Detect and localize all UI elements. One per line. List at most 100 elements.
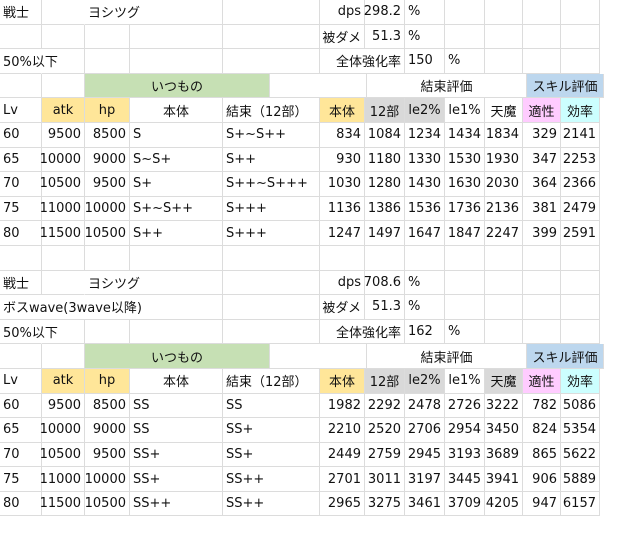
cell-tenma[interactable]: 1834	[485, 122, 523, 148]
cell[interactable]	[270, 344, 367, 369]
cell[interactable]: %	[405, 295, 445, 320]
cell[interactable]	[42, 49, 85, 74]
cell-le1[interactable]: 1847	[445, 221, 485, 246]
cell[interactable]	[0, 344, 42, 369]
cell-atk[interactable]: 10000	[40, 147, 85, 173]
cell-hp[interactable]: 10000	[85, 196, 130, 222]
cell-hp[interactable]: 9500	[85, 442, 130, 468]
cell[interactable]	[445, 245, 485, 271]
cell-bond-rank[interactable]: S+++	[223, 196, 320, 222]
cell-le2[interactable]: 1330	[405, 147, 445, 173]
cell-aptitude[interactable]: 782	[523, 393, 561, 419]
cell-bu12[interactable]: 3011	[365, 467, 405, 492]
cell[interactable]: dps	[320, 270, 365, 296]
cell-bond-rank[interactable]: S++	[223, 147, 320, 173]
cell-efficiency[interactable]: 5354	[561, 418, 600, 443]
cell-body-rank[interactable]: SS	[130, 393, 223, 419]
cell-lv[interactable]: 70	[0, 442, 42, 468]
cell[interactable]	[320, 245, 365, 271]
cell[interactable]	[85, 245, 130, 271]
cell-aptitude[interactable]: 865	[523, 442, 561, 468]
col-header-atk[interactable]: atk	[42, 368, 85, 394]
col-header-atk[interactable]: atk	[42, 98, 85, 123]
group-header-bond[interactable]: 結束評価	[367, 73, 527, 99]
cell-lv[interactable]: 75	[0, 467, 42, 492]
cell[interactable]: 戦士	[0, 0, 42, 25]
cell-body-eval[interactable]: 834	[320, 122, 365, 148]
col-header-body-eval[interactable]: 本体	[320, 368, 365, 394]
cell-le2[interactable]: 3197	[405, 467, 445, 492]
cell[interactable]	[223, 24, 320, 50]
cell-aptitude[interactable]: 364	[523, 172, 561, 197]
cell-bond-rank[interactable]: SS	[223, 393, 320, 419]
cell-lv[interactable]: 60	[0, 122, 42, 148]
cell[interactable]: ヨシツグ	[85, 270, 223, 296]
cell-bond-rank[interactable]: SS++	[223, 467, 320, 492]
cell[interactable]: 全体強化率	[320, 49, 405, 74]
cell-le2[interactable]: 1536	[405, 196, 445, 222]
cell[interactable]	[561, 0, 600, 25]
cell-tenma[interactable]: 2247	[485, 221, 523, 246]
cell[interactable]	[223, 319, 320, 345]
cell-tenma[interactable]: 4205	[485, 491, 523, 517]
cell[interactable]	[223, 49, 320, 74]
cell-le1[interactable]: 1530	[445, 147, 485, 173]
cell-atk[interactable]: 9500	[42, 393, 85, 419]
cell[interactable]	[42, 24, 85, 50]
cell-le2[interactable]: 3461	[405, 491, 445, 517]
cell-aptitude[interactable]: 381	[523, 196, 561, 222]
cell-body-rank[interactable]: S	[130, 122, 223, 148]
cell-bond-rank[interactable]: SS+	[223, 442, 320, 468]
cell-body-rank[interactable]: S+~S++	[130, 196, 223, 222]
cell-bu12[interactable]: 2759	[365, 442, 405, 468]
cell[interactable]: 51.3	[365, 24, 405, 50]
cell[interactable]	[561, 245, 600, 271]
cell-bu12[interactable]: 2292	[365, 393, 405, 419]
col-header-body[interactable]: 本体	[130, 98, 223, 123]
cell[interactable]: %	[405, 270, 445, 296]
col-header-bond12[interactable]: 結束（12部）	[223, 98, 320, 123]
cell[interactable]	[0, 24, 42, 50]
cell[interactable]	[561, 295, 600, 320]
cell[interactable]	[485, 245, 523, 271]
cell-tenma[interactable]: 3941	[485, 467, 523, 492]
cell[interactable]	[42, 344, 85, 369]
cell[interactable]: %	[405, 24, 445, 50]
cell[interactable]	[0, 245, 42, 271]
cell-efficiency[interactable]: 2591	[561, 221, 600, 246]
cell-lv[interactable]: 65	[0, 147, 42, 173]
cell-body-eval[interactable]: 1030	[320, 172, 365, 197]
cell-tenma[interactable]: 1930	[485, 147, 523, 173]
cell[interactable]	[485, 24, 523, 50]
col-header-bond12[interactable]: 結束（12部）	[223, 368, 320, 394]
col-header-le1[interactable]: le1%	[445, 98, 485, 123]
col-header-12bu[interactable]: 12部	[365, 368, 405, 394]
cell-bond-rank[interactable]: SS++	[223, 491, 320, 517]
cell[interactable]	[365, 245, 405, 271]
cell[interactable]	[523, 0, 561, 25]
cell[interactable]	[523, 295, 561, 320]
cell[interactable]: %	[405, 0, 445, 25]
cell-bu12[interactable]: 1280	[365, 172, 405, 197]
cell-le1[interactable]: 3193	[445, 442, 485, 468]
cell-hp[interactable]: 8500	[85, 393, 130, 419]
cell-le1[interactable]: 3709	[445, 491, 485, 517]
cell-le1[interactable]: 1434	[445, 122, 485, 148]
cell[interactable]	[561, 49, 600, 74]
col-header-le2[interactable]: le2%	[405, 368, 445, 394]
cell[interactable]: 50%以下	[0, 49, 58, 74]
cell[interactable]: %	[445, 319, 485, 345]
cell[interactable]	[485, 270, 523, 296]
cell-aptitude[interactable]: 906	[523, 467, 561, 492]
cell-body-eval[interactable]: 1982	[320, 393, 365, 419]
cell[interactable]	[405, 245, 445, 271]
col-header-aptitude[interactable]: 適性	[523, 368, 561, 394]
cell[interactable]	[42, 245, 85, 271]
cell-efficiency[interactable]: 5086	[561, 393, 600, 419]
cell-lv[interactable]: 80	[0, 221, 42, 246]
cell[interactable]: ボスwave(3wave以降)	[0, 295, 223, 320]
cell-hp[interactable]: 8500	[85, 122, 130, 148]
cell[interactable]	[270, 73, 367, 99]
cell-le1[interactable]: 1736	[445, 196, 485, 222]
cell[interactable]	[130, 49, 223, 74]
